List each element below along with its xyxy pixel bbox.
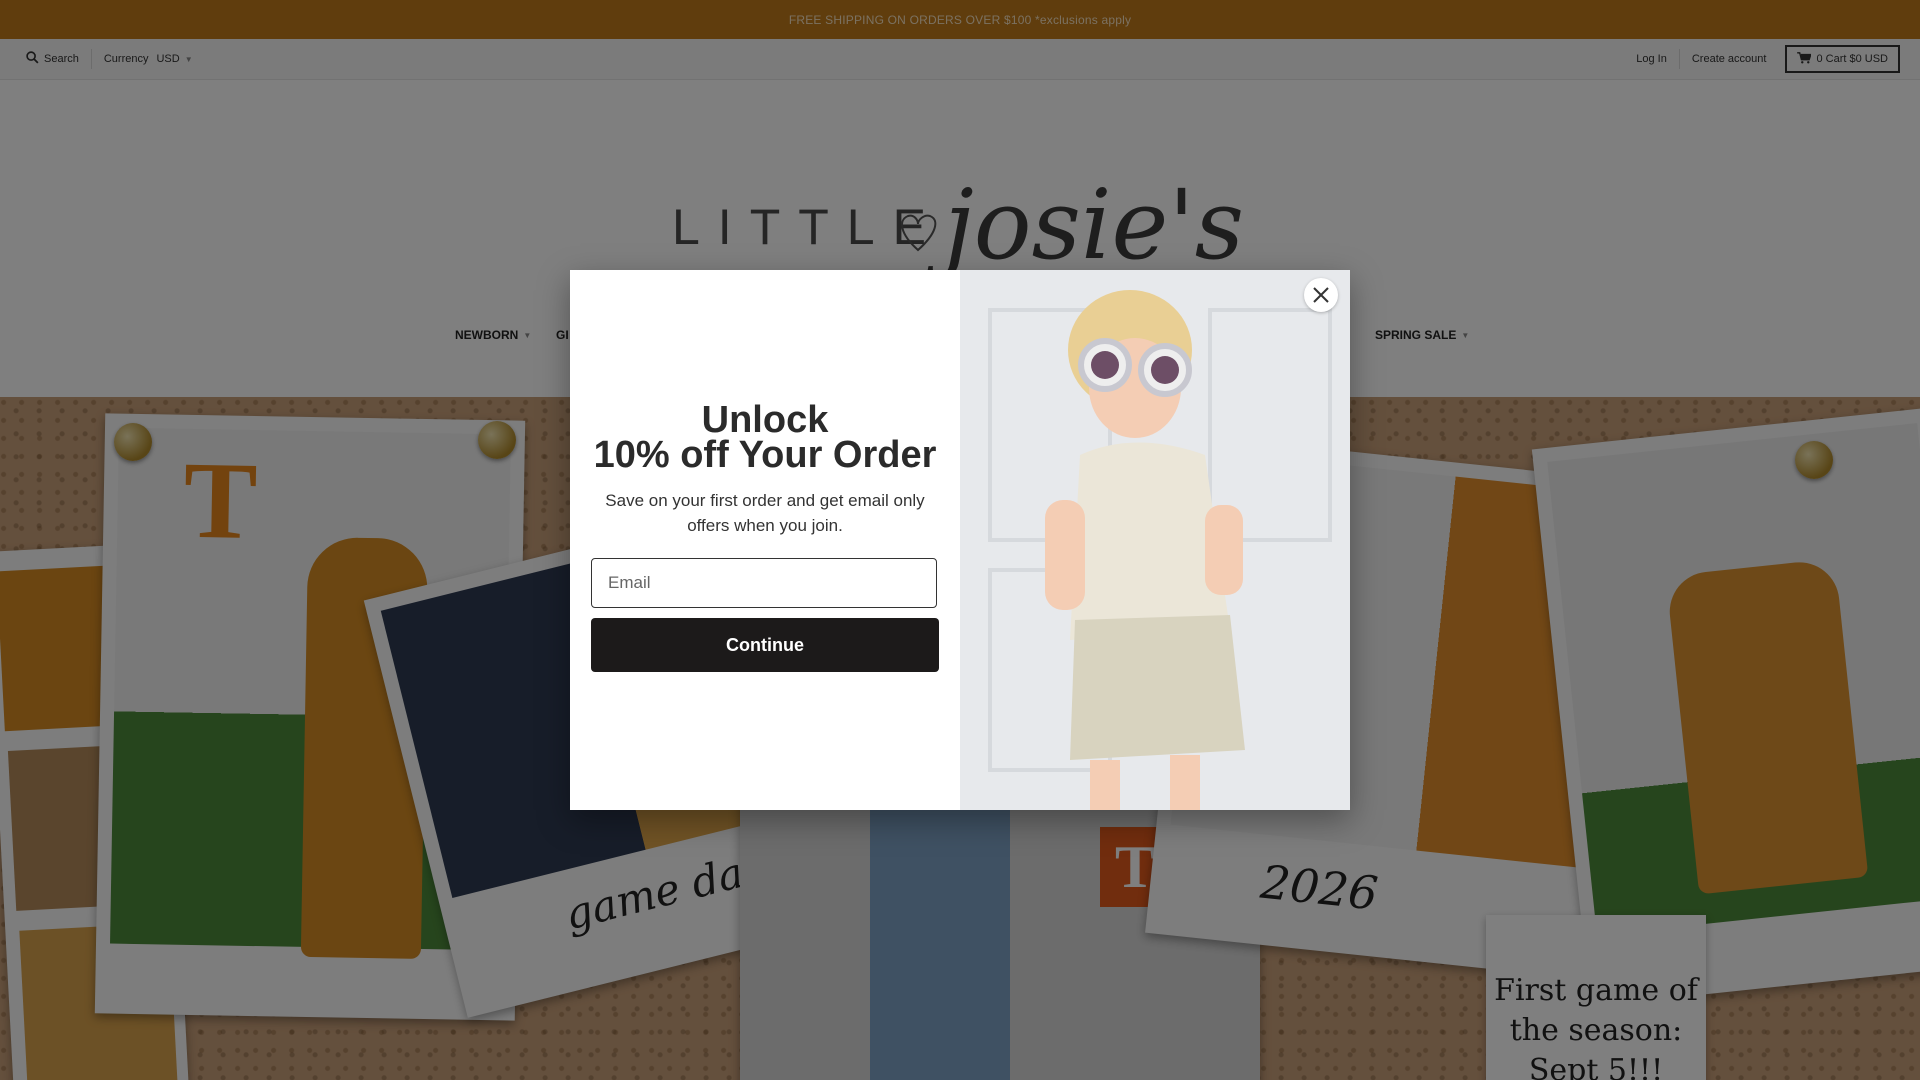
- modal-photo: [960, 270, 1350, 810]
- modal-title-line2: 10% off Your Order: [593, 434, 937, 476]
- modal-form-panel: Unlock 10% off Your Order Save on your f…: [570, 270, 960, 810]
- modal-subtitle: Save on your first order and get email o…: [605, 491, 925, 535]
- continue-button[interactable]: Continue: [591, 618, 939, 672]
- modal-image-panel: [960, 270, 1350, 810]
- email-input[interactable]: [591, 558, 937, 608]
- close-button[interactable]: [1304, 278, 1338, 312]
- close-icon: [1313, 287, 1329, 303]
- signup-modal: Unlock 10% off Your Order Save on your f…: [570, 270, 1350, 810]
